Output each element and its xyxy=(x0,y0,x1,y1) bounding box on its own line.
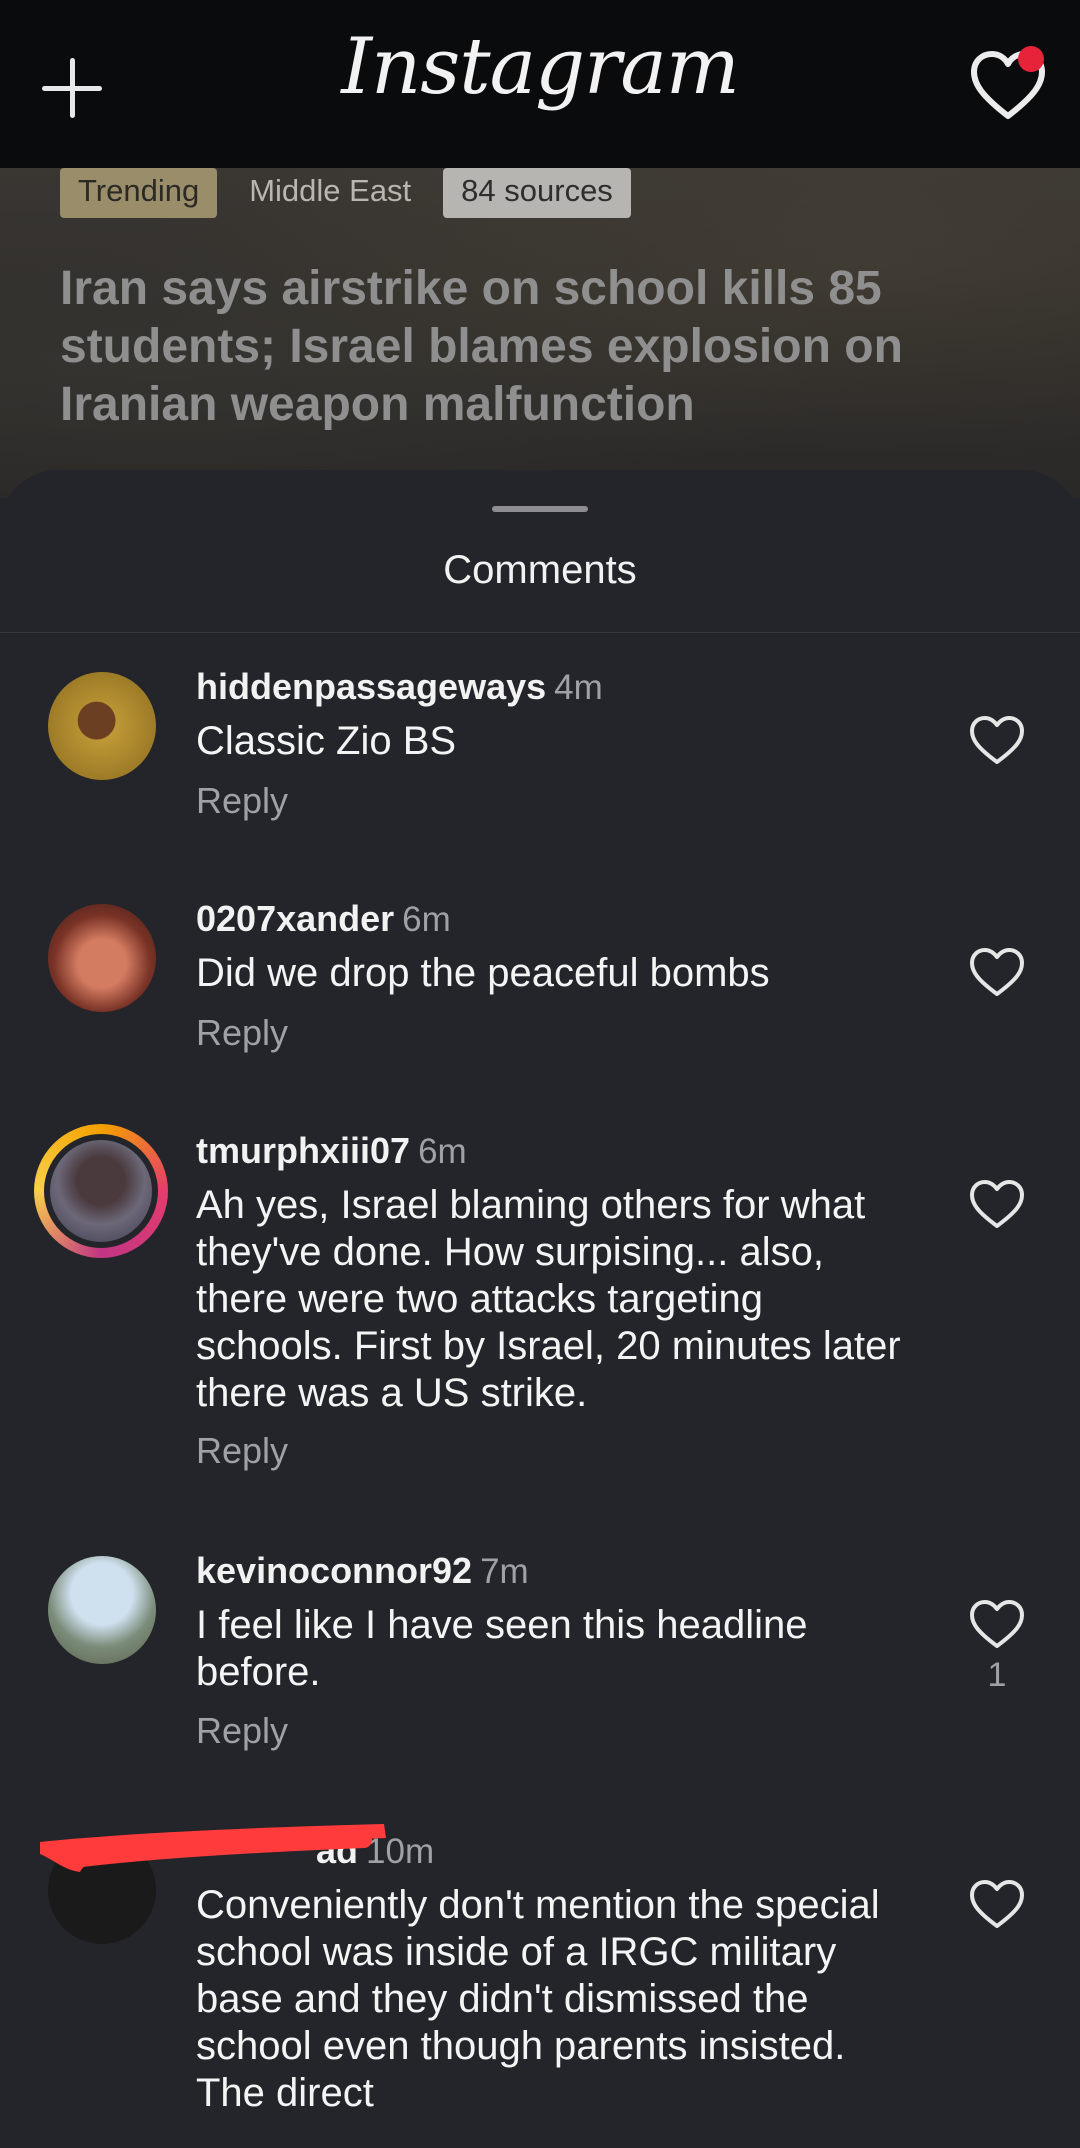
reply-button[interactable]: Reply xyxy=(196,1012,288,1054)
reply-button[interactable]: Reply xyxy=(196,1430,288,1472)
comment-text: I feel like I have seen this headline be… xyxy=(196,1603,808,1694)
article-headline[interactable]: Iran says airstrike on school kills 85 s… xyxy=(60,260,1020,434)
heart-outline-icon[interactable] xyxy=(968,1878,1026,1932)
tag-region[interactable]: Middle East xyxy=(231,168,429,218)
comment-text: Did we drop the peaceful bombs xyxy=(196,951,770,995)
notification-dot xyxy=(1018,46,1044,72)
like-count: 1 xyxy=(987,1656,1007,1694)
avatar[interactable] xyxy=(48,1556,156,1664)
comments-sheet: Comments hiddenpassageways 4m Classic Zio… xyxy=(0,470,1080,2148)
reply-button[interactable]: Reply xyxy=(196,1710,288,1752)
comment-text: Conveniently don't mention the special s… xyxy=(196,1883,880,2115)
avatar[interactable] xyxy=(48,904,156,1012)
app-logo: Instagram xyxy=(341,22,740,112)
heart-outline-icon[interactable] xyxy=(968,946,1026,1000)
username-text[interactable]: kevinoconnor92 xyxy=(196,1550,472,1591)
comment-username[interactable]: kevinoconnor92 7m xyxy=(196,1550,529,1592)
heart-outline-icon[interactable] xyxy=(968,1178,1026,1232)
avatar[interactable] xyxy=(48,672,156,780)
avatar[interactable] xyxy=(44,1134,158,1248)
sheet-title: Comments xyxy=(443,548,637,592)
username-text[interactable]: tmurphxiii07 xyxy=(196,1130,410,1171)
redaction-mark xyxy=(40,1824,386,1872)
comment-text: Classic Zio BS xyxy=(196,719,457,763)
top-bar: Instagram xyxy=(0,0,1080,168)
divider xyxy=(0,632,1080,633)
comment-time: 7m xyxy=(480,1552,529,1591)
reply-button[interactable]: Reply xyxy=(196,780,288,822)
article-header[interactable]: Trending Middle East 84 sources Iran say… xyxy=(0,168,1080,498)
drag-handle[interactable] xyxy=(492,506,588,512)
tag-trending[interactable]: Trending xyxy=(60,168,218,218)
comment-time: 4m xyxy=(554,668,603,707)
comment-username[interactable]: hiddenpassageways 4m xyxy=(196,666,603,708)
comment-username[interactable]: tmurphxiii07 6m xyxy=(196,1130,467,1172)
comment-text: Ah yes, Israel blaming others for what t… xyxy=(196,1183,901,1415)
username-text[interactable]: 0207xander xyxy=(196,898,394,939)
heart-outline-icon[interactable] xyxy=(968,714,1026,768)
username-text[interactable]: hiddenpassageways xyxy=(196,666,546,707)
comment-username[interactable]: 0207xander 6m xyxy=(196,898,451,940)
comment-time: 6m xyxy=(402,900,451,939)
article-tags: Trending Middle East 84 sources xyxy=(60,168,631,218)
heart-outline-icon[interactable] xyxy=(968,1598,1026,1652)
comment-time: 6m xyxy=(418,1132,467,1171)
tag-sources[interactable]: 84 sources xyxy=(443,168,631,218)
